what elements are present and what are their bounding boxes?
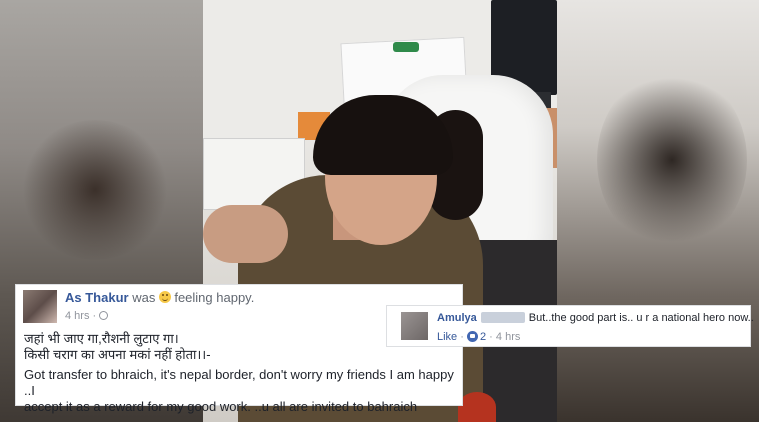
- blurred-background-right: [557, 0, 759, 422]
- was-label: was: [132, 290, 156, 305]
- blur-shape: [20, 120, 170, 260]
- feeling-label: feeling happy.: [174, 290, 255, 305]
- photo-badge: [458, 392, 496, 422]
- author-avatar[interactable]: [23, 290, 57, 323]
- post-author-name[interactable]: As Thakur: [65, 290, 129, 305]
- comment-actions: Like · 2 · 4 hrs: [437, 329, 520, 343]
- photo-arm: [203, 205, 288, 263]
- separator-dot: ·: [460, 331, 464, 343]
- commenter-avatar[interactable]: [401, 312, 428, 340]
- post-text-line: किसी चराग का अपना मकां नहीं होता।।-: [24, 347, 211, 362]
- post-timestamp[interactable]: 4 hrs: [65, 310, 89, 322]
- like-reaction-icon[interactable]: [466, 331, 478, 342]
- reaction-count[interactable]: 2: [480, 331, 486, 343]
- post-text-line: accept it as a reward for my good work. …: [24, 399, 418, 414]
- separator-dot: ·: [489, 331, 493, 343]
- post-meta: 4 hrs ·: [65, 310, 109, 322]
- post-text-line: Got transfer to bhraich, it's nepal bord…: [24, 367, 454, 398]
- photo-stapler: [393, 42, 419, 52]
- comment-content: Amulya But..the good part is.. u r a nati…: [437, 312, 754, 324]
- smiley-emoji-icon: [159, 291, 172, 303]
- globe-icon[interactable]: [99, 311, 109, 320]
- post-header: As Thakur was feeling happy.: [65, 290, 254, 305]
- commenter-name[interactable]: Amulya: [437, 312, 477, 324]
- redacted-name-block: [480, 312, 525, 323]
- like-button[interactable]: Like: [437, 331, 457, 343]
- facebook-comment-card: Amulya But..the good part is.. u r a nati…: [386, 305, 754, 347]
- comment-timestamp[interactable]: 4 hrs: [496, 331, 520, 343]
- comment-text: But..the good part is.. u r a national h…: [528, 312, 754, 324]
- blur-shape: [597, 70, 747, 250]
